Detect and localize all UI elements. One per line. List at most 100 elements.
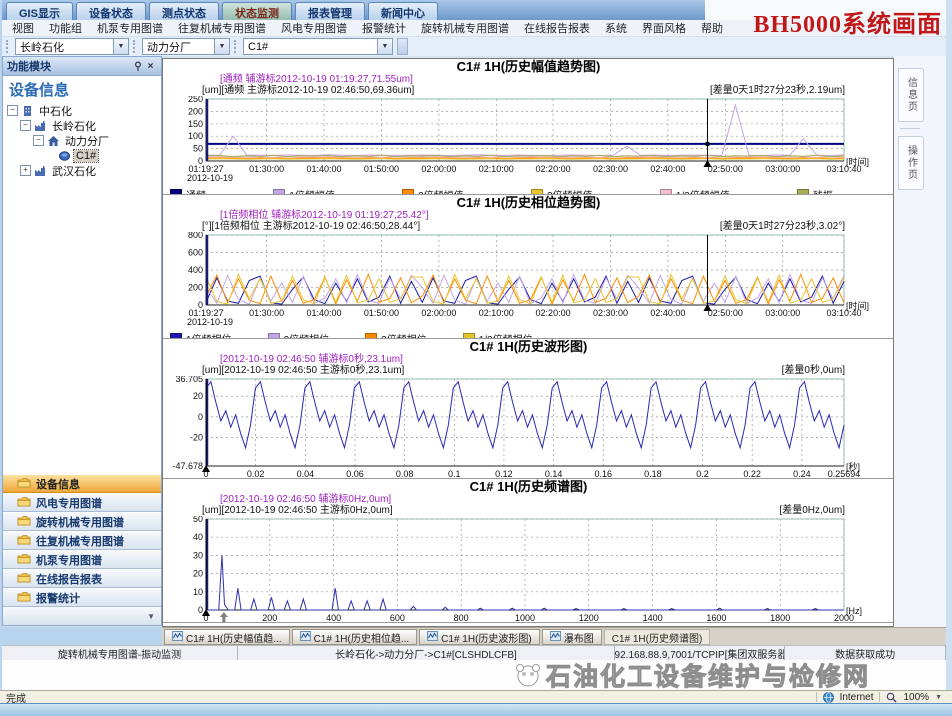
tree-expander-icon[interactable]: −	[20, 120, 31, 131]
plot-history-spectrum[interactable]: 0102030405002004006008001000120014001600…	[164, 516, 890, 623]
svg-text:0.16: 0.16	[594, 469, 612, 479]
svg-text:[时间]: [时间]	[846, 300, 869, 311]
cursor-aux-label: [通频 辅游标2012-10-19 01:19:27,71.55um]	[164, 74, 893, 85]
svg-text:0.14: 0.14	[545, 469, 563, 479]
zoom-dropdown-arrow[interactable]: ▼	[935, 694, 942, 701]
tree-item-中石化[interactable]: − 中石化	[5, 103, 159, 118]
legend-item-1倍频幅值: 1倍频幅值	[273, 187, 335, 195]
device-info-title: 设备信息	[3, 76, 161, 102]
top-tab-状态监测[interactable]: 状态监测	[222, 2, 292, 22]
tree-expander-icon[interactable]: +	[20, 165, 31, 176]
nav-collapse-bar[interactable]: ▼	[3, 607, 161, 625]
bottom-tab-label: 瀑布图	[564, 630, 594, 645]
svg-text:400: 400	[188, 265, 203, 275]
legend-label: 1/2倍频幅值	[676, 187, 730, 195]
tree-item-武汉石化[interactable]: +武汉石化	[5, 163, 159, 178]
bottom-tab-strip: C1# 1H(历史幅值趋...C1# 1H(历史相位趋...C1# 1H(历史波…	[162, 627, 946, 645]
vertical-tab-信息页[interactable]: 信息页	[898, 68, 924, 122]
svg-text:02:10:00: 02:10:00	[479, 164, 514, 174]
top-tab-新闻中心[interactable]: 新闻中心	[368, 2, 438, 22]
status-segment-4: 数据获取成功	[785, 646, 946, 660]
plot-history-amplitude-trend[interactable]: 05010015020025001:19:2701:30:0001:40:000…	[164, 96, 890, 183]
svg-text:2012-10-19: 2012-10-19	[187, 317, 233, 327]
chart-tab-icon	[427, 631, 438, 644]
browser-zoom-level[interactable]: 100%	[903, 692, 929, 703]
toolbar-grip	[133, 40, 138, 53]
svg-text:20: 20	[193, 569, 203, 579]
top-tab-报表管理[interactable]: 报表管理	[295, 2, 365, 22]
nav-button-风电专用图谱[interactable]: 风电专用图谱	[3, 493, 161, 512]
nav-button-报警统计[interactable]: 报警统计	[3, 588, 161, 607]
svg-text:03:00:00: 03:00:00	[765, 164, 800, 174]
svg-text:03:00:00: 03:00:00	[765, 308, 800, 318]
browser-status-bar: 完成 Internet 100% ▼	[0, 690, 952, 703]
menu-item-在线报告报表[interactable]: 在线报告报表	[524, 20, 590, 36]
bottom-tab-瀑布图[interactable]: 瀑布图	[542, 629, 602, 645]
menu-item-往复机械专用图谱[interactable]: 往复机械专用图谱	[178, 20, 266, 36]
bottom-tab-C1# 1H(历史幅值趋...[interactable]: C1# 1H(历史幅值趋...	[164, 629, 290, 645]
bottom-tab-C1# 1H(历史波形图)[interactable]: C1# 1H(历史波形图)	[419, 629, 540, 645]
nav-button-label: 旋转机械专用图谱	[36, 514, 124, 530]
vertical-tab-操作页[interactable]: 操作页	[898, 136, 924, 190]
bottom-tab-C1# 1H(历史频谱图)[interactable]: C1# 1H(历史频谱图)	[604, 629, 711, 645]
combo-value: 动力分厂	[143, 39, 214, 55]
sidebar-header: 功能模块 ×	[3, 57, 161, 76]
top-tab-设备状态[interactable]: 设备状态	[76, 2, 146, 22]
device-tree: −中石化−长岭石化−动力分厂C1#+武汉石化	[3, 102, 161, 179]
menu-item-旋转机械专用图谱[interactable]: 旋转机械专用图谱	[421, 20, 509, 36]
tree-item-C1#[interactable]: C1#	[5, 148, 159, 163]
menu-item-帮助[interactable]: 帮助	[701, 20, 723, 36]
plot-history-phase-trend[interactable]: 020040060080001:19:2701:30:0001:40:0001:…	[164, 232, 890, 327]
cursor-main-row: [um][2012-10-19 02:46:50 主游标0秒,23.1um][差…	[164, 365, 893, 376]
combo-dropdown-arrow[interactable]: ▼	[377, 39, 392, 54]
menu-item-功能组[interactable]: 功能组	[49, 20, 82, 36]
svg-text:200: 200	[188, 283, 203, 293]
chart-legend: 1倍频相位2倍频相位3倍频相位1/2倍频相位	[164, 332, 893, 339]
pin-icon[interactable]	[131, 60, 144, 73]
tree-item-长岭石化[interactable]: −长岭石化	[5, 118, 159, 133]
tree-item-动力分厂[interactable]: −动力分厂	[5, 133, 159, 148]
tree-expander-icon[interactable]: −	[33, 135, 44, 146]
legend-label: 2倍频相位	[284, 331, 330, 339]
legend-label: 残振	[813, 187, 833, 195]
tree-item-label: 中石化	[37, 103, 74, 119]
folder-icon	[17, 496, 31, 510]
svg-text:0.02: 0.02	[247, 469, 265, 479]
menu-item-机泵专用图谱[interactable]: 机泵专用图谱	[97, 20, 163, 36]
svg-text:0.24: 0.24	[793, 469, 811, 479]
bottom-tab-C1# 1H(历史相位趋...[interactable]: C1# 1H(历史相位趋...	[292, 629, 418, 645]
plot-history-waveform[interactable]: 36.705200-20-47.67800.020.040.060.080.10…	[164, 376, 890, 479]
nav-button-设备信息[interactable]: 设备信息	[3, 474, 161, 493]
close-icon[interactable]: ×	[144, 60, 157, 73]
legend-label: 1倍频相位	[186, 331, 232, 339]
combo-dropdown-arrow[interactable]: ▼	[113, 39, 128, 54]
svg-text:[秒]: [秒]	[846, 461, 860, 472]
svg-text:20: 20	[193, 391, 203, 401]
nav-button-旋转机械专用图谱[interactable]: 旋转机械专用图谱	[3, 512, 161, 531]
menu-item-视图[interactable]: 视图	[12, 20, 34, 36]
top-tab-GIS显示[interactable]: GIS显示	[6, 2, 73, 22]
cursor-main-label: [°][1倍频相位 主游标2012-10-19 02:46:50,28.44°]	[202, 221, 420, 232]
svg-text:01:30:00: 01:30:00	[249, 308, 284, 318]
menu-item-系统[interactable]: 系统	[605, 20, 627, 36]
nav-button-在线报告报表[interactable]: 在线报告报表	[3, 569, 161, 588]
chart-history-phase-trend: C1# 1H(历史相位趋势图)[1倍频相位 辅游标2012-10-19 01:1…	[163, 195, 893, 339]
cursor-delta-label: [差量0天1时27分23秒,3.02°]	[720, 221, 845, 232]
menu-item-报警统计[interactable]: 报警统计	[362, 20, 406, 36]
nav-button-机泵专用图谱[interactable]: 机泵专用图谱	[3, 550, 161, 569]
nav-button-label: 设备信息	[36, 476, 80, 492]
taskbar-edge	[0, 703, 952, 716]
combo-dropdown-arrow[interactable]: ▼	[214, 39, 229, 54]
watermark-row: 石油化工设备维护与检修网	[2, 660, 946, 690]
menu-item-风电专用图谱[interactable]: 风电专用图谱	[281, 20, 347, 36]
sidebar-panel: 功能模块 × 设备信息 −中石化−长岭石化−动力分厂C1#+武汉石化 设备信息风…	[2, 56, 162, 626]
nav-button-往复机械专用图谱[interactable]: 往复机械专用图谱	[3, 531, 161, 550]
tree-expander-icon[interactable]: −	[7, 105, 18, 116]
svg-text:02:10:00: 02:10:00	[479, 308, 514, 318]
combo-select-2[interactable]: 动力分厂▼	[142, 38, 230, 55]
top-tab-测点状态[interactable]: 测点状态	[149, 2, 219, 22]
combo-select-3[interactable]: C1#▼	[243, 38, 393, 55]
svg-text:02:50:00: 02:50:00	[708, 308, 743, 318]
menu-item-界面风格[interactable]: 界面风格	[642, 20, 686, 36]
combo-select-1[interactable]: 长岭石化▼	[15, 38, 129, 55]
